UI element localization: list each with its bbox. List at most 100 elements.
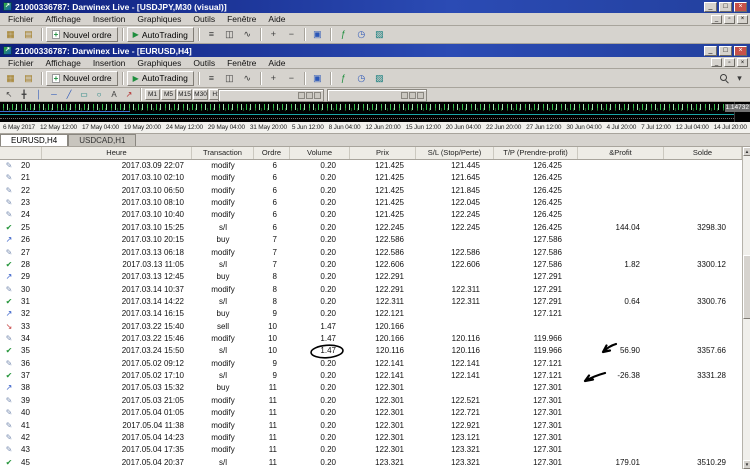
menu-item-aide[interactable]: Aide	[262, 57, 291, 69]
menu-item-fenetre[interactable]: Fenêtre	[221, 13, 262, 25]
menu-item-affichage[interactable]: Affichage	[40, 57, 87, 69]
fragment-minimize-icon[interactable]	[401, 92, 408, 99]
profiles-icon[interactable]: ▤	[20, 71, 37, 86]
zoom-out-icon[interactable]: −	[283, 27, 300, 42]
horizontal-line-icon[interactable]: ─	[47, 89, 61, 101]
menu-item-insertion[interactable]: Insertion	[87, 57, 132, 69]
scrollbar-thumb[interactable]	[743, 255, 750, 319]
child-close-button[interactable]: ×	[737, 15, 748, 24]
chart-line-icon[interactable]: ∿	[239, 27, 256, 42]
table-row[interactable]: ↗382017.05.03 15:32buy110.20122.301127.3…	[0, 382, 742, 394]
menu-item-graphiques[interactable]: Graphiques	[131, 13, 187, 25]
table-row[interactable]: ✎422017.05.04 14:23modify110.20122.30112…	[0, 432, 742, 444]
search-icon[interactable]	[718, 72, 730, 84]
menu-item-insertion[interactable]: Insertion	[87, 13, 132, 25]
vertical-scrollbar[interactable]: ▲ ▼	[742, 147, 750, 469]
trendline-icon[interactable]: ╱	[62, 89, 76, 101]
timeframe-button-m15[interactable]: M15	[177, 89, 192, 100]
new-chart-icon[interactable]: ▦	[2, 71, 19, 86]
zoom-in-icon[interactable]: +	[265, 71, 282, 86]
menu-item-outils[interactable]: Outils	[187, 13, 221, 25]
column-header-tpprendreprofit[interactable]: T/P (Prendre-profit)	[494, 147, 578, 159]
price-chart[interactable]: 1.14732	[0, 102, 750, 122]
background-window-fragment[interactable]	[327, 89, 427, 102]
indicators-icon[interactable]: ƒ	[335, 27, 352, 42]
column-header-icon[interactable]	[0, 147, 42, 159]
new-order-button[interactable]: +Nouvel ordre	[46, 27, 118, 42]
minimize-button[interactable]: _	[704, 2, 717, 12]
scroll-up-button[interactable]: ▲	[743, 147, 750, 156]
zoom-in-icon[interactable]: +	[265, 27, 282, 42]
timeframe-button-m1[interactable]: M1	[145, 89, 160, 100]
table-row[interactable]: ✎362017.05.02 09:12modify90.20122.141122…	[0, 358, 742, 370]
table-row[interactable]: ✎432017.05.04 17:35modify110.20122.30112…	[0, 444, 742, 456]
chart-candles-icon[interactable]: ◫	[221, 27, 238, 42]
table-row[interactable]: ✎212017.03.10 02:10modify60.20121.425121…	[0, 172, 742, 184]
child-restore-button[interactable]: ▫	[724, 15, 735, 24]
fragment-close-icon[interactable]	[314, 92, 321, 99]
tile-windows-icon[interactable]: ▣	[309, 27, 326, 42]
indicators-icon[interactable]: ƒ	[335, 71, 352, 86]
column-header-slstopperte[interactable]: S/L (Stop/Perte)	[416, 147, 494, 159]
toolbar-dropdown-icon[interactable]: ▾	[731, 71, 748, 86]
minimize-button[interactable]: _	[704, 46, 717, 56]
menu-item-fichier[interactable]: Fichier	[2, 13, 40, 25]
new-chart-icon[interactable]: ▦	[2, 27, 19, 42]
periods-icon[interactable]: ◷	[353, 71, 370, 86]
menu-item-fichier[interactable]: Fichier	[2, 57, 40, 69]
profiles-icon[interactable]: ▤	[20, 27, 37, 42]
fragment-restore-icon[interactable]	[306, 92, 313, 99]
chart-line-icon[interactable]: ∿	[239, 71, 256, 86]
menu-item-graphiques[interactable]: Graphiques	[131, 57, 187, 69]
table-row[interactable]: ✎232017.03.10 08:10modify60.20121.425122…	[0, 197, 742, 209]
table-row[interactable]: ✎242017.03.10 10:40modify60.20121.425122…	[0, 209, 742, 221]
ellipse-icon[interactable]: ○	[92, 89, 106, 101]
fragment-minimize-icon[interactable]	[298, 92, 305, 99]
table-row[interactable]: ✎412017.05.04 11:38modify110.20122.30112…	[0, 420, 742, 432]
arrow-icon[interactable]: ↗	[122, 89, 136, 101]
column-header-ordre[interactable]: Ordre	[254, 147, 290, 159]
menu-item-aide[interactable]: Aide	[262, 13, 291, 25]
table-row[interactable]: ↗292017.03.13 12:45buy80.20122.291127.29…	[0, 271, 742, 283]
table-row[interactable]: ✔252017.03.10 15:25s/l60.20122.245122.24…	[0, 222, 742, 234]
templates-icon[interactable]: ▨	[371, 27, 388, 42]
chart-candles-icon[interactable]: ◫	[221, 71, 238, 86]
cursor-icon[interactable]: ↖	[2, 89, 16, 101]
table-row[interactable]: ✎202017.03.09 22:07modify60.20121.425121…	[0, 160, 742, 172]
column-header-solde[interactable]: Solde	[664, 147, 742, 159]
child-minimize-button[interactable]: _	[711, 58, 722, 67]
vertical-line-icon[interactable]: │	[32, 89, 46, 101]
timeframe-button-m5[interactable]: M5	[161, 89, 176, 100]
timeframe-button-m30[interactable]: M30	[193, 89, 208, 100]
table-row[interactable]: ✔372017.05.02 17:10s/l90.20122.141122.14…	[0, 370, 742, 382]
chart-bars-icon[interactable]: ≡	[203, 71, 220, 86]
fragment-close-icon[interactable]	[417, 92, 424, 99]
menu-item-affichage[interactable]: Affichage	[40, 13, 87, 25]
child-minimize-button[interactable]: _	[711, 15, 722, 24]
table-row[interactable]: ✎302017.03.14 10:37modify80.20122.291122…	[0, 284, 742, 296]
column-header-heure[interactable]: Heure	[42, 147, 192, 159]
close-icon[interactable]: ×	[734, 2, 747, 12]
maximize-button[interactable]: □	[719, 46, 732, 56]
table-row[interactable]: ✔352017.03.24 15:50s/l101.47120.116120.1…	[0, 345, 742, 357]
table-row[interactable]: ↘332017.03.22 15:40sell101.47120.166	[0, 321, 742, 333]
templates-icon[interactable]: ▨	[371, 71, 388, 86]
maximize-button[interactable]: □	[719, 2, 732, 12]
new-order-button[interactable]: +Nouvel ordre	[46, 71, 118, 86]
close-icon[interactable]: ×	[734, 46, 747, 56]
scroll-down-button[interactable]: ▼	[743, 460, 750, 469]
column-header-profit[interactable]: &Profit	[578, 147, 664, 159]
table-row[interactable]: ✔282017.03.13 11:05s/l70.20122.606122.60…	[0, 259, 742, 271]
child-restore-button[interactable]: ▫	[724, 58, 735, 67]
table-row[interactable]: ✔452017.05.04 20:37s/l110.20123.321123.3…	[0, 457, 742, 469]
table-row[interactable]: ✎402017.05.04 01:05modify110.20122.30112…	[0, 407, 742, 419]
menu-item-outils[interactable]: Outils	[187, 57, 221, 69]
table-row[interactable]: ✎272017.03.13 06:18modify70.20122.586122…	[0, 247, 742, 259]
table-row[interactable]: ✔312017.03.14 14:22s/l80.20122.311122.31…	[0, 296, 742, 308]
column-header-volume[interactable]: Volume	[290, 147, 350, 159]
chart-bars-icon[interactable]: ≡	[203, 27, 220, 42]
child-close-button[interactable]: ×	[737, 58, 748, 67]
autotrading-button[interactable]: ▶AutoTrading	[127, 71, 194, 86]
autotrading-button[interactable]: ▶AutoTrading	[127, 27, 194, 42]
periods-icon[interactable]: ◷	[353, 27, 370, 42]
